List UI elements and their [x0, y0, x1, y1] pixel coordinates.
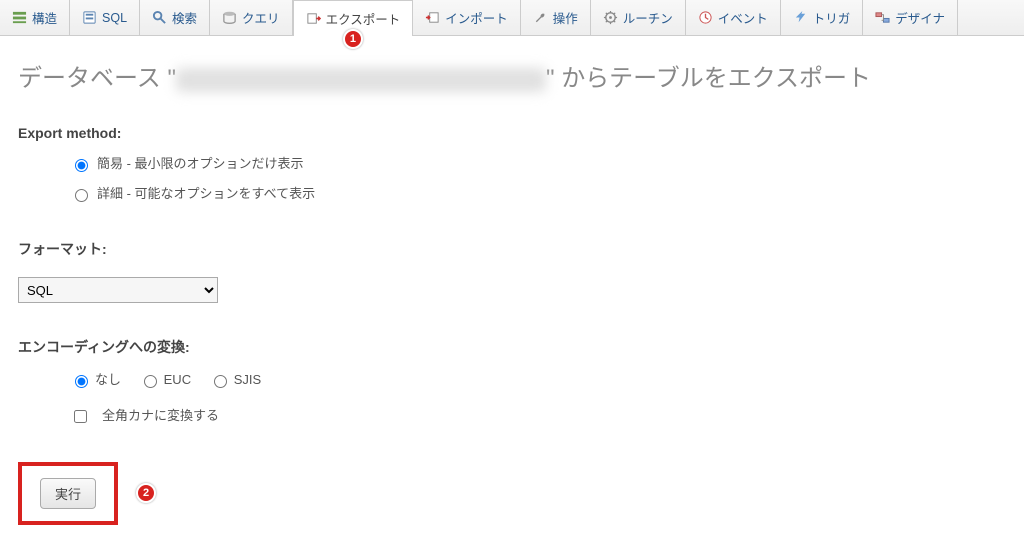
- annotation-badge-1: 1: [343, 29, 363, 49]
- tab-structure[interactable]: 構造: [0, 0, 70, 35]
- title-prefix: データベース ": [18, 65, 176, 92]
- wrench-icon: [533, 10, 548, 25]
- tab-label: クエリ: [242, 8, 280, 27]
- tab-triggers[interactable]: トリガ: [781, 0, 864, 35]
- tab-query[interactable]: クエリ: [210, 0, 293, 35]
- encoding-heading: エンコーディングへの変換:: [18, 337, 1006, 357]
- encoding-euc[interactable]: EUC: [139, 367, 191, 393]
- export-method-options: 簡易 - 最小限のオプションだけ表示 詳細 - 可能なオプションをすべて表示: [18, 151, 1006, 211]
- tab-sql[interactable]: SQL: [70, 0, 140, 35]
- tab-label: トリガ: [813, 8, 851, 27]
- import-icon: [425, 10, 440, 25]
- export-method-custom-label: 詳細 - 可能なオプションをすべて表示: [97, 181, 315, 207]
- tab-label: エクスポート: [326, 9, 401, 28]
- tab-label: 検索: [172, 8, 197, 27]
- triggers-icon: [793, 10, 808, 25]
- tab-label: デザイナ: [895, 8, 945, 27]
- tab-designer[interactable]: デザイナ: [863, 0, 958, 35]
- encoding-sjis[interactable]: SJIS: [209, 367, 261, 393]
- title-suffix: " からテーブルをエクスポート: [546, 65, 871, 92]
- export-icon: [306, 11, 321, 26]
- tab-events[interactable]: イベント: [686, 0, 781, 35]
- db-name-redacted: [176, 68, 546, 92]
- tab-export[interactable]: エクスポート 1: [293, 0, 414, 36]
- structure-icon: [12, 10, 27, 25]
- query-icon: [222, 10, 237, 25]
- tab-label: イベント: [718, 8, 768, 27]
- encoding-fullwidth-checkbox[interactable]: [74, 410, 87, 423]
- tab-routines[interactable]: ルーチン: [591, 0, 686, 35]
- tab-label: 操作: [553, 8, 578, 27]
- encoding-euc-label: EUC: [164, 367, 191, 393]
- export-method-quick-label: 簡易 - 最小限のオプションだけ表示: [97, 151, 304, 177]
- submit-area: 実行 2: [18, 462, 1006, 525]
- export-method-quick[interactable]: 簡易 - 最小限のオプションだけ表示: [70, 151, 304, 177]
- routines-icon: [603, 10, 618, 25]
- export-method-heading: Export method:: [18, 125, 1006, 141]
- clock-icon: [698, 10, 713, 25]
- tab-label: ルーチン: [623, 8, 673, 27]
- tab-label: インポート: [445, 8, 508, 27]
- format-select[interactable]: SQL: [18, 277, 218, 303]
- encoding-fullwidth[interactable]: 全角カナに変換する: [70, 403, 219, 429]
- encoding-none-radio[interactable]: [75, 375, 88, 388]
- sql-icon: [82, 10, 97, 25]
- encoding-none[interactable]: なし: [70, 367, 121, 393]
- top-nav: 構造 SQL 検索 クエリ エクスポート 1 インポート: [0, 0, 1024, 36]
- export-method-custom[interactable]: 詳細 - 可能なオプションをすべて表示: [70, 181, 315, 207]
- encoding-radio-row: なし EUC SJIS: [70, 367, 1006, 397]
- export-method-quick-radio[interactable]: [75, 159, 88, 172]
- format-heading: フォーマット:: [18, 239, 1006, 259]
- tab-import[interactable]: インポート: [413, 0, 521, 35]
- encoding-euc-radio[interactable]: [144, 375, 157, 388]
- designer-icon: [875, 10, 890, 25]
- annotation-badge-2: 2: [136, 483, 156, 503]
- execute-button[interactable]: 実行: [40, 478, 96, 509]
- submit-highlight-frame: 実行: [18, 462, 118, 525]
- encoding-none-label: なし: [95, 367, 121, 393]
- export-method-custom-radio[interactable]: [75, 189, 88, 202]
- encoding-sjis-label: SJIS: [234, 367, 261, 393]
- tab-label: SQL: [102, 11, 127, 25]
- tab-search[interactable]: 検索: [140, 0, 210, 35]
- page-title: データベース " " からテーブルをエクスポート: [18, 58, 1006, 93]
- tab-label: 構造: [32, 8, 57, 27]
- search-icon: [152, 10, 167, 25]
- encoding-sjis-radio[interactable]: [214, 375, 227, 388]
- page-body: データベース " " からテーブルをエクスポート Export method: 簡…: [0, 36, 1024, 537]
- tab-operations[interactable]: 操作: [521, 0, 591, 35]
- encoding-options: なし EUC SJIS 全角カナに変換する: [18, 367, 1006, 432]
- encoding-fullwidth-label: 全角カナに変換する: [102, 403, 219, 429]
